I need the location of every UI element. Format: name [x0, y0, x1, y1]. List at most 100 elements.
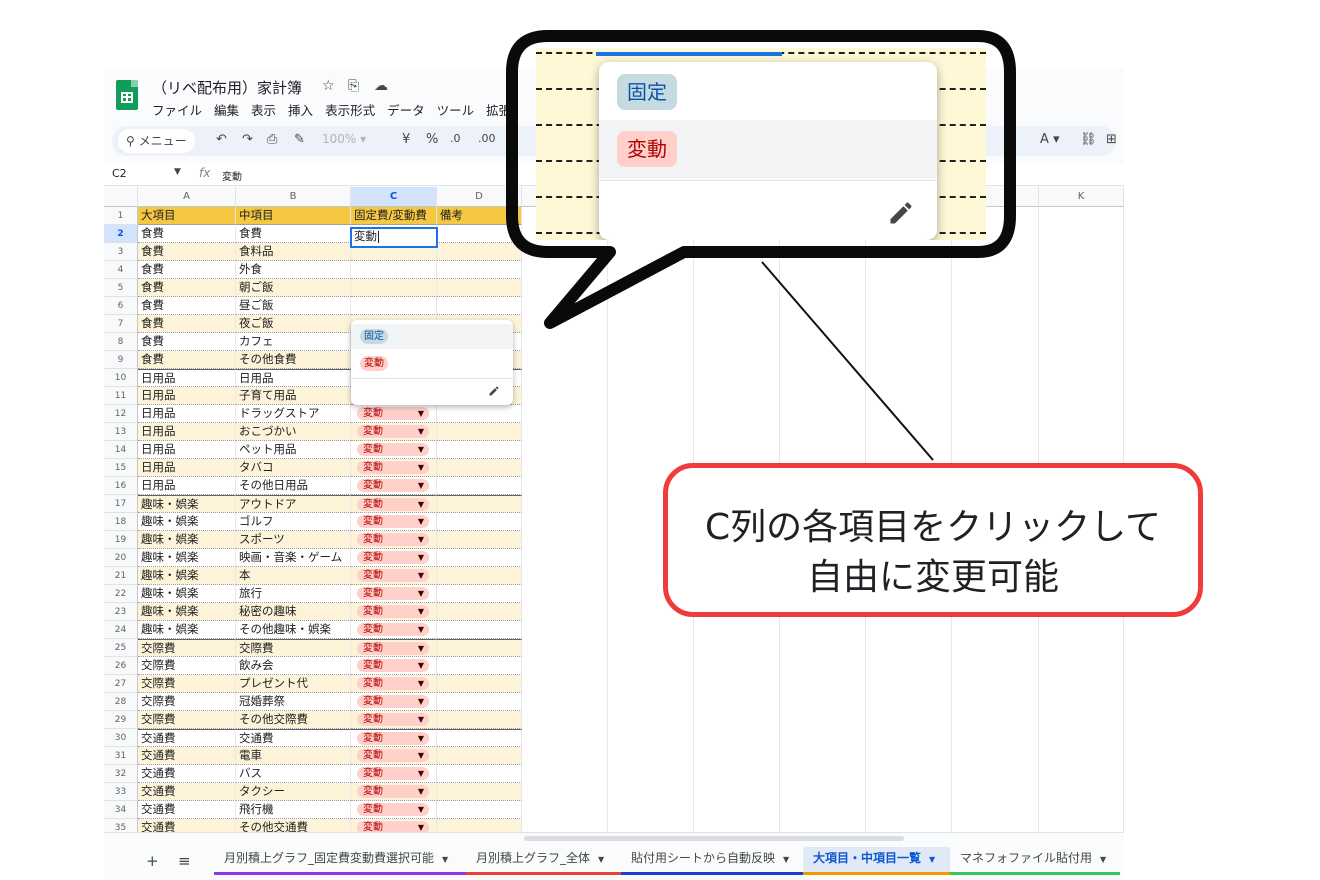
row-header[interactable]: 9	[104, 351, 138, 369]
table-cell-type[interactable]: 変動 ▼	[351, 729, 437, 747]
table-cell-major[interactable]: 食費	[138, 333, 236, 351]
row-header[interactable]: 31	[104, 747, 138, 765]
type-chip[interactable]: 変動 ▼	[357, 443, 429, 456]
paint-format-icon[interactable]: ✎	[294, 132, 305, 147]
table-cell-minor[interactable]: プレゼント代	[236, 675, 351, 693]
chevron-down-icon[interactable]: ▼	[418, 498, 424, 511]
table-cell-major[interactable]: 食費	[138, 297, 236, 315]
table-cell-note[interactable]	[437, 603, 522, 621]
table-cell-type[interactable]: 変動 ▼	[351, 459, 437, 477]
sheet-tab[interactable]: 月別積上グラフ_固定費変動費選択可能 ▼	[214, 847, 466, 875]
row-header[interactable]: 11	[104, 387, 138, 405]
table-cell-type[interactable]	[351, 297, 437, 315]
type-chip[interactable]: 変動 ▼	[357, 642, 429, 655]
table-cell-major[interactable]: 交通費	[138, 819, 236, 832]
chevron-down-icon[interactable]: ▼	[418, 425, 424, 438]
chevron-down-icon[interactable]: ▼	[418, 479, 424, 492]
table-cell-type[interactable]: 変動 ▼	[351, 765, 437, 783]
table-cell-minor[interactable]: 秘密の趣味	[236, 603, 351, 621]
sheet-tab[interactable]: 月別積上グラフ_全体 ▼	[466, 847, 621, 875]
menu-file[interactable]: ファイル	[152, 100, 202, 119]
table-cell-major[interactable]: 趣味・娯楽	[138, 603, 236, 621]
type-chip[interactable]: 変動 ▼	[357, 623, 429, 636]
type-chip[interactable]: 変動 ▼	[357, 515, 429, 528]
currency-format-button[interactable]: ¥	[402, 132, 410, 147]
chevron-down-icon[interactable]: ▼	[418, 821, 424, 832]
table-cell-minor[interactable]: おこづかい	[236, 423, 351, 441]
table-cell-type[interactable]	[351, 261, 437, 279]
row-header[interactable]: 10	[104, 369, 138, 387]
header-cell-note[interactable]: 備考	[437, 207, 522, 225]
row-header[interactable]: 20	[104, 549, 138, 567]
row-header[interactable]: 34	[104, 801, 138, 819]
table-cell-major[interactable]: 趣味・娯楽	[138, 567, 236, 585]
row-header[interactable]: 1	[104, 207, 138, 225]
insert-link-icon[interactable]: ⛓	[1080, 132, 1097, 147]
column-header-d[interactable]: D	[437, 187, 522, 207]
table-cell-type[interactable]: 変動 ▼	[351, 549, 437, 567]
table-cell-minor[interactable]: ゴルフ	[236, 513, 351, 531]
all-sheets-icon[interactable]: ≡	[178, 852, 191, 870]
header-cell-major[interactable]: 大項目	[138, 207, 236, 225]
table-cell-minor[interactable]: タバコ	[236, 459, 351, 477]
table-cell-minor[interactable]: 外食	[236, 261, 351, 279]
table-cell-note[interactable]	[437, 477, 522, 495]
chevron-down-icon[interactable]: ▼	[418, 407, 424, 420]
table-cell-note[interactable]	[437, 513, 522, 531]
column-header-k[interactable]: K	[1039, 187, 1124, 207]
menu-extensions[interactable]: 拡張	[486, 100, 511, 119]
chevron-down-icon[interactable]: ▼	[598, 855, 604, 864]
table-cell-major[interactable]: 食費	[138, 261, 236, 279]
type-chip[interactable]: 変動 ▼	[357, 407, 429, 420]
table-cell-type[interactable]: 変動 ▼	[351, 747, 437, 765]
chevron-down-icon[interactable]: ▼	[418, 533, 424, 546]
table-cell-major[interactable]: 日用品	[138, 405, 236, 423]
table-cell-major[interactable]: 日用品	[138, 441, 236, 459]
table-cell-minor[interactable]: 映画・音楽・ゲーム	[236, 549, 351, 567]
type-chip[interactable]: 変動 ▼	[357, 749, 429, 762]
percent-format-button[interactable]: %	[426, 132, 438, 147]
table-cell-major[interactable]: 趣味・娯楽	[138, 585, 236, 603]
table-cell-minor[interactable]: 夜ご飯	[236, 315, 351, 333]
table-cell-note[interactable]	[437, 441, 522, 459]
table-cell-note[interactable]	[437, 423, 522, 441]
table-cell-minor[interactable]: その他日用品	[236, 477, 351, 495]
chevron-down-icon[interactable]: ▼	[418, 605, 424, 618]
type-chip[interactable]: 変動 ▼	[357, 533, 429, 546]
type-chip[interactable]: 変動 ▼	[357, 605, 429, 618]
column-header-blank[interactable]	[522, 187, 1039, 207]
chevron-down-icon[interactable]: ▼	[418, 695, 424, 708]
table-cell-type[interactable]: 変動 ▼	[351, 603, 437, 621]
row-header[interactable]: 18	[104, 513, 138, 531]
table-cell-major[interactable]: 交通費	[138, 729, 236, 747]
menu-view[interactable]: 表示	[251, 100, 276, 119]
chevron-down-icon[interactable]: ▼	[783, 855, 789, 864]
table-cell-note[interactable]	[437, 531, 522, 549]
row-header[interactable]: 12	[104, 405, 138, 423]
chevron-down-icon[interactable]: ▼	[418, 515, 424, 528]
sheet-tab[interactable]: 大項目・中項目一覧 ▼	[803, 847, 950, 875]
chevron-down-icon[interactable]: ▼	[418, 659, 424, 672]
formula-input[interactable]: 変動	[222, 168, 242, 183]
zoom-select[interactable]: 100% ▾	[322, 132, 366, 146]
table-cell-major[interactable]: 日用品	[138, 369, 236, 387]
increase-decimal-button[interactable]: .00	[478, 132, 496, 145]
type-chip[interactable]: 変動 ▼	[357, 821, 429, 832]
chevron-down-icon[interactable]: ▼	[418, 785, 424, 798]
chevron-down-icon[interactable]: ▼	[418, 642, 424, 655]
type-chip[interactable]: 変動 ▼	[357, 659, 429, 672]
table-cell-minor[interactable]: スポーツ	[236, 531, 351, 549]
table-cell-major[interactable]: 交際費	[138, 711, 236, 729]
table-cell-note[interactable]	[437, 657, 522, 675]
table-cell-major[interactable]: 趣味・娯楽	[138, 531, 236, 549]
chevron-down-icon[interactable]: ▼	[418, 749, 424, 762]
table-cell-major[interactable]: 食費	[138, 279, 236, 297]
table-cell-note[interactable]	[437, 675, 522, 693]
table-cell-major[interactable]: 日用品	[138, 477, 236, 495]
row-header[interactable]: 24	[104, 621, 138, 639]
table-cell-major[interactable]: 交際費	[138, 639, 236, 657]
type-chip[interactable]: 変動 ▼	[357, 551, 429, 564]
table-cell-major[interactable]: 交通費	[138, 765, 236, 783]
table-cell-major[interactable]: 食費	[138, 315, 236, 333]
table-cell-minor[interactable]: 旅行	[236, 585, 351, 603]
